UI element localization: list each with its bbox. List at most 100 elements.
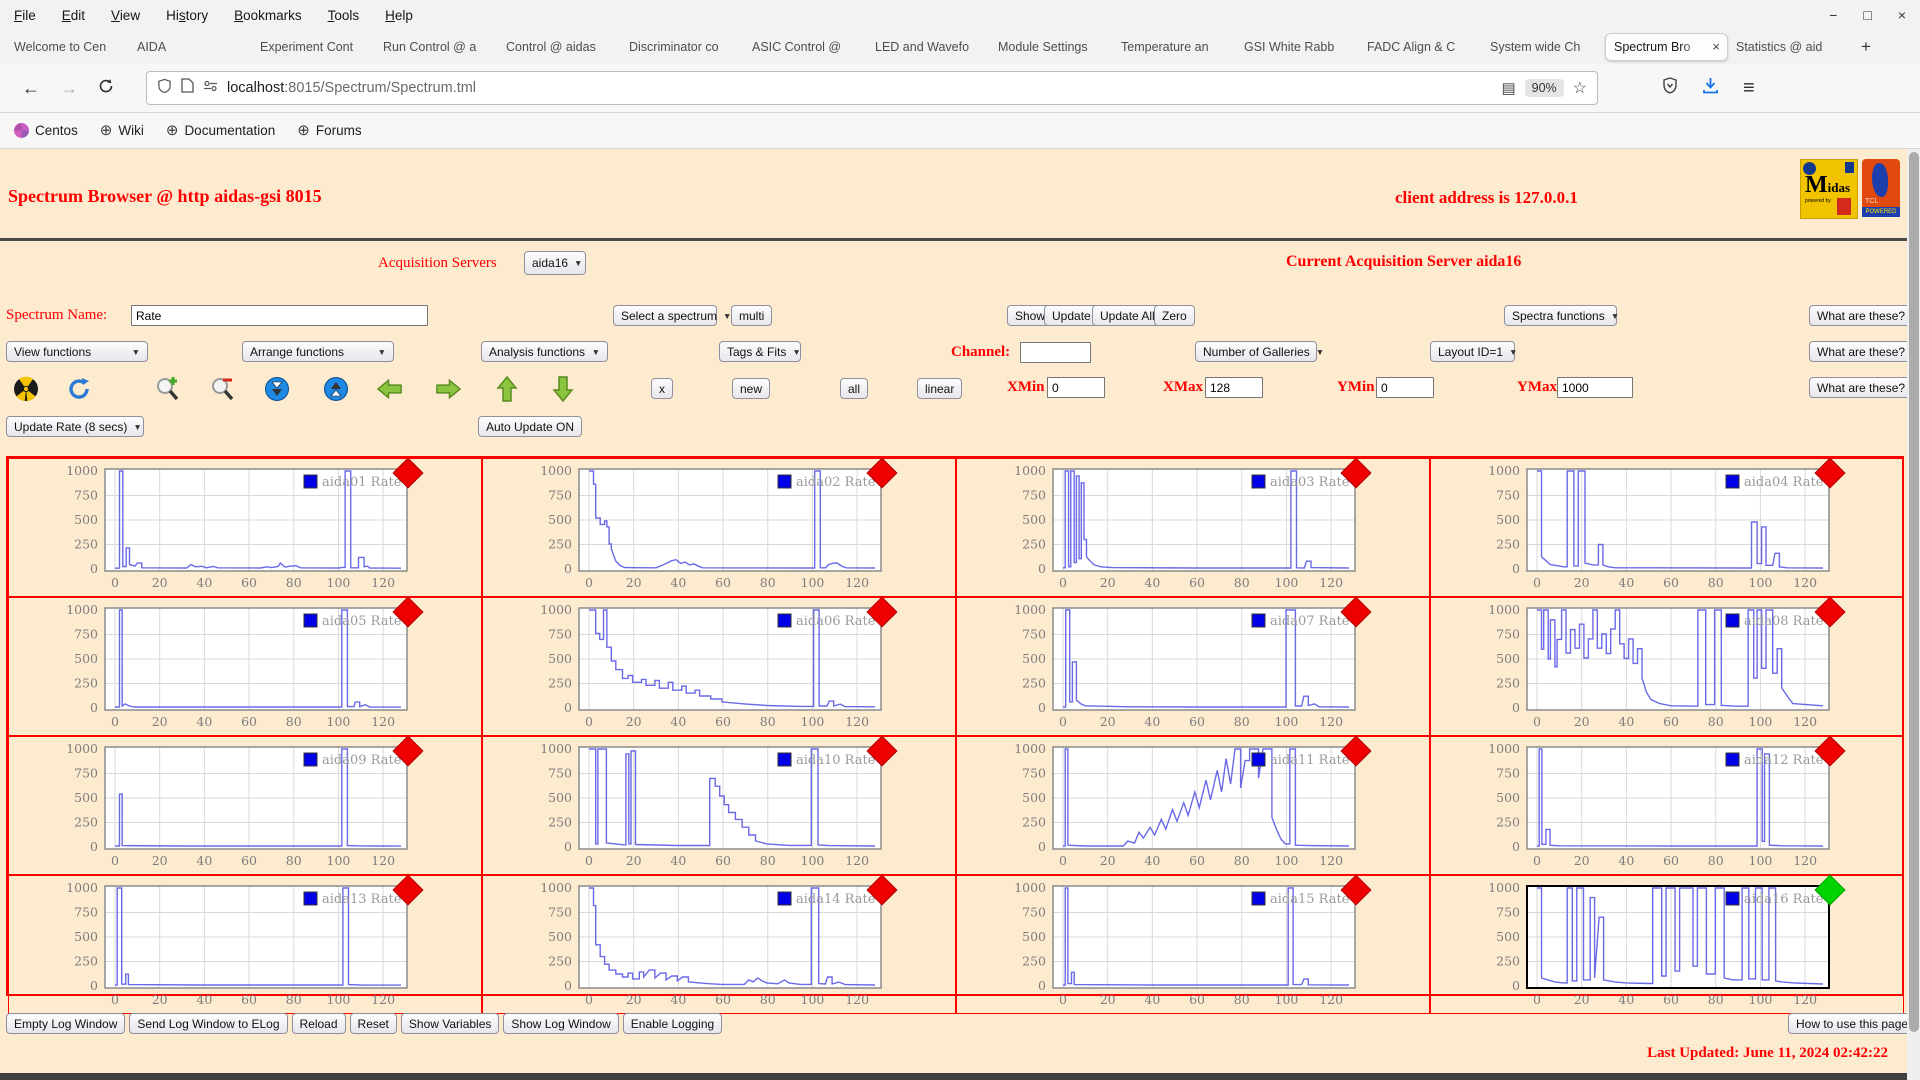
tab-gsi-white-rabb[interactable]: GSI White Rabb bbox=[1236, 30, 1359, 64]
tab-experiment-cont[interactable]: Experiment Cont bbox=[252, 30, 375, 64]
spectrum-cell-aida08[interactable]: 02505007501000020406080100120aida08 Rate bbox=[1430, 597, 1904, 736]
spectrum-cell-aida05[interactable]: 02505007501000020406080100120aida05 Rate bbox=[8, 597, 482, 736]
number-of-galleries-dropdown[interactable]: Number of Galleries▼ bbox=[1195, 341, 1317, 362]
menu-bookmarks[interactable]: Bookmarks bbox=[234, 8, 302, 23]
menu-tools[interactable]: Tools bbox=[328, 8, 360, 23]
view-functions-dropdown[interactable]: View functions▼ bbox=[6, 341, 148, 362]
channel-input[interactable] bbox=[1020, 342, 1091, 363]
forward-icon[interactable]: → bbox=[60, 78, 78, 99]
spectrum-cell-aida16[interactable]: 02505007501000020406080100120aida16 Rate bbox=[1430, 875, 1904, 1014]
spectrum-cell-aida06[interactable]: 02505007501000020406080100120aida06 Rate bbox=[482, 597, 956, 736]
bookmark-wiki[interactable]: ⊕Wiki bbox=[100, 123, 144, 138]
select-spectrum-dropdown[interactable]: Select a spectrum▼ bbox=[613, 305, 717, 326]
zoom-level-badge[interactable]: 90% bbox=[1525, 79, 1564, 97]
tab-module-settings[interactable]: Module Settings bbox=[990, 30, 1113, 64]
bookmark-centos[interactable]: Centos bbox=[14, 123, 78, 138]
show-variables-button[interactable]: Show Variables bbox=[401, 1013, 500, 1034]
spectrum-cell-aida12[interactable]: 02505007501000020406080100120aida12 Rate bbox=[1430, 736, 1904, 875]
multi-button[interactable]: multi bbox=[731, 305, 772, 326]
spectrum-cell-aida01[interactable]: 02505007501000020406080100120aida01 Rate bbox=[8, 458, 482, 597]
spectrum-cell-aida07[interactable]: 02505007501000020406080100120aida07 Rate bbox=[956, 597, 1430, 736]
spectrum-cell-aida03[interactable]: 02505007501000020406080100120aida03 Rate bbox=[956, 458, 1430, 597]
spectrum-cell-aida11[interactable]: 02505007501000020406080100120aida11 Rate bbox=[956, 736, 1430, 875]
tab-temperature-an[interactable]: Temperature an bbox=[1113, 30, 1236, 64]
tab-run-control-a[interactable]: Run Control @ a bbox=[375, 30, 498, 64]
close-icon[interactable]: × bbox=[1898, 7, 1906, 23]
bookmark-forums[interactable]: ⊕Forums bbox=[297, 123, 361, 138]
zoom-out-icon[interactable] bbox=[208, 375, 235, 402]
spectrum-cell-aida02[interactable]: 02505007501000020406080100120aida02 Rate bbox=[482, 458, 956, 597]
menu-edit[interactable]: Edit bbox=[62, 8, 85, 23]
reader-mode-icon[interactable]: ▤ bbox=[1501, 79, 1515, 97]
tab-asic-control-[interactable]: ASIC Control @ bbox=[744, 30, 867, 64]
collapse-y-icon[interactable] bbox=[263, 375, 290, 402]
acquisition-server-select[interactable]: aida16▼ bbox=[524, 251, 586, 275]
what-are-these-button-1[interactable]: What are these? bbox=[1809, 305, 1913, 326]
page-scrollbar[interactable] bbox=[1907, 149, 1920, 1080]
tab-close-icon[interactable]: × bbox=[1712, 34, 1720, 60]
tab-led-and-wavefo[interactable]: LED and Wavefo bbox=[867, 30, 990, 64]
zero-button[interactable]: Zero bbox=[1154, 305, 1195, 326]
tab-system-wide-ch[interactable]: System wide Ch bbox=[1482, 30, 1605, 64]
analysis-functions-dropdown[interactable]: Analysis functions▼ bbox=[481, 341, 608, 362]
all-button[interactable]: all bbox=[840, 378, 868, 399]
what-are-these-button-3[interactable]: What are these? bbox=[1809, 377, 1913, 398]
tab-spectrum-bro[interactable]: Spectrum Bro× bbox=[1605, 33, 1728, 61]
xmax-input[interactable] bbox=[1205, 377, 1263, 398]
empty-log-window-button[interactable]: Empty Log Window bbox=[6, 1013, 125, 1034]
what-are-these-button-2[interactable]: What are these? bbox=[1809, 341, 1913, 362]
menu-history[interactable]: History bbox=[166, 8, 208, 23]
auto-update-button[interactable]: Auto Update ON bbox=[478, 416, 582, 437]
page-info-icon[interactable] bbox=[181, 78, 194, 98]
spectrum-cell-aida15[interactable]: 02505007501000020406080100120aida15 Rate bbox=[956, 875, 1430, 1014]
spectra-functions-dropdown[interactable]: Spectra functions▼ bbox=[1504, 305, 1617, 326]
tab-statistics-aid[interactable]: Statistics @ aid bbox=[1728, 30, 1851, 64]
zoom-in-icon[interactable] bbox=[153, 375, 180, 402]
tab-discriminator-co[interactable]: Discriminator co bbox=[621, 30, 744, 64]
reload-button[interactable]: Reload bbox=[292, 1013, 346, 1034]
show-log-window-button[interactable]: Show Log Window bbox=[503, 1013, 618, 1034]
tab-control-aidas[interactable]: Control @ aidas bbox=[498, 30, 621, 64]
account-shield-icon[interactable] bbox=[1662, 77, 1678, 99]
update-button[interactable]: Update bbox=[1044, 305, 1099, 326]
back-icon[interactable]: ← bbox=[22, 78, 40, 99]
menu-view[interactable]: View bbox=[111, 8, 140, 23]
shield-icon[interactable] bbox=[157, 78, 172, 99]
send-log-window-to-elog-button[interactable]: Send Log Window to ELog bbox=[129, 1013, 287, 1034]
site-permissions-icon[interactable] bbox=[203, 79, 218, 97]
arrow-up-icon[interactable] bbox=[493, 375, 520, 402]
arrange-functions-dropdown[interactable]: Arrange functions▼ bbox=[242, 341, 394, 362]
tab-aida[interactable]: AIDA bbox=[129, 30, 252, 64]
reload-icon[interactable] bbox=[98, 78, 114, 99]
spectrum-cell-aida09[interactable]: 02505007501000020406080100120aida09 Rate bbox=[8, 736, 482, 875]
tags-fits-dropdown[interactable]: Tags & Fits▼ bbox=[719, 341, 801, 362]
spectrum-cell-aida14[interactable]: 02505007501000020406080100120aida14 Rate bbox=[482, 875, 956, 1014]
radiation-icon[interactable] bbox=[12, 375, 39, 402]
spectrum-cell-aida04[interactable]: 02505007501000020406080100120aida04 Rate bbox=[1430, 458, 1904, 597]
url-bar[interactable]: localhost:8015/Spectrum/Spectrum.tml ▤ 9… bbox=[146, 71, 1598, 105]
update-rate-dropdown[interactable]: Update Rate (8 secs)▼ bbox=[6, 416, 144, 437]
linear-button[interactable]: linear bbox=[917, 378, 962, 399]
update-all-button[interactable]: Update All bbox=[1092, 305, 1163, 326]
scrollbar-thumb[interactable] bbox=[1909, 152, 1919, 1032]
url-text[interactable]: localhost:8015/Spectrum/Spectrum.tml bbox=[227, 80, 1492, 96]
how-to-use-button[interactable]: How to use this page bbox=[1788, 1013, 1916, 1034]
new-tab-button[interactable]: + bbox=[1851, 37, 1881, 57]
maximize-icon[interactable]: □ bbox=[1863, 7, 1871, 23]
tab-welcome-to-cen[interactable]: Welcome to Cen bbox=[6, 30, 129, 64]
ymax-input[interactable] bbox=[1557, 377, 1633, 398]
bookmark-star-icon[interactable]: ☆ bbox=[1573, 78, 1587, 98]
expand-y-icon[interactable] bbox=[322, 375, 349, 402]
arrow-down-icon[interactable] bbox=[549, 375, 576, 402]
minimize-icon[interactable]: − bbox=[1829, 7, 1837, 23]
arrow-right-icon[interactable] bbox=[435, 375, 462, 402]
spectrum-name-input[interactable] bbox=[131, 305, 428, 326]
layout-id-dropdown[interactable]: Layout ID=1▼ bbox=[1430, 341, 1515, 362]
ymin-input[interactable] bbox=[1376, 377, 1434, 398]
refresh-icon[interactable] bbox=[65, 375, 92, 402]
xmin-input[interactable] bbox=[1047, 377, 1105, 398]
reset-button[interactable]: Reset bbox=[350, 1013, 397, 1034]
menu-help[interactable]: Help bbox=[385, 8, 413, 23]
tab-fadc-align-c[interactable]: FADC Align & C bbox=[1359, 30, 1482, 64]
enable-logging-button[interactable]: Enable Logging bbox=[623, 1013, 722, 1034]
